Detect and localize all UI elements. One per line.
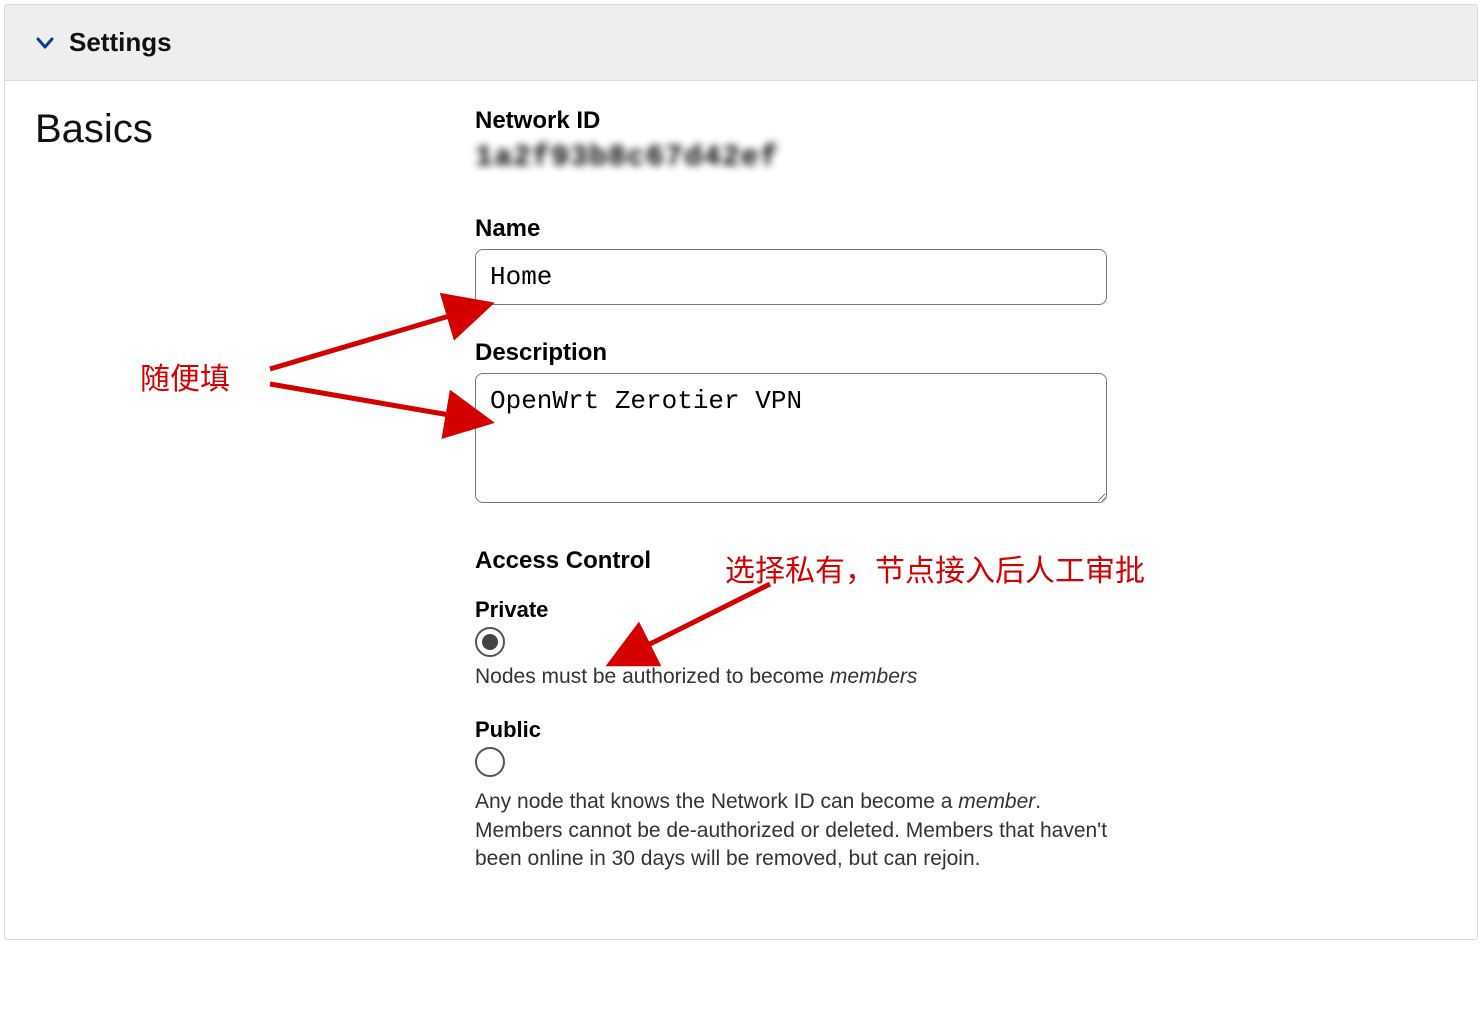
private-label: Private <box>475 597 1125 623</box>
radio-unselected-icon[interactable] <box>475 747 505 777</box>
description-label: Description <box>475 339 1125 367</box>
radio-selected-icon[interactable] <box>475 627 505 657</box>
panel-title: Settings <box>69 27 172 58</box>
private-help: Nodes must be authorized to become membe… <box>475 663 1115 691</box>
access-public-option[interactable]: Public Any node that knows the Network I… <box>475 717 1125 873</box>
network-id-value: 1a2f93b8c67d42ef <box>475 141 1125 175</box>
section-title: Basics <box>35 107 435 899</box>
chevron-down-icon <box>35 33 55 53</box>
network-id-label: Network ID <box>475 107 1125 135</box>
panel-body: Basics Network ID 1a2f93b8c67d42ef Name … <box>5 81 1477 939</box>
public-help: Any node that knows the Network ID can b… <box>475 788 1115 873</box>
description-input[interactable] <box>475 373 1107 503</box>
form-column: Network ID 1a2f93b8c67d42ef Name Descrip… <box>475 107 1125 899</box>
access-private-option[interactable]: Private Nodes must be authorized to beco… <box>475 597 1125 691</box>
settings-panel: Settings Basics Network ID 1a2f93b8c67d4… <box>4 4 1478 940</box>
public-label: Public <box>475 717 1125 743</box>
name-input[interactable] <box>475 249 1107 305</box>
access-control-label: Access Control <box>475 547 1125 575</box>
name-label: Name <box>475 215 1125 243</box>
panel-header[interactable]: Settings <box>5 5 1477 81</box>
